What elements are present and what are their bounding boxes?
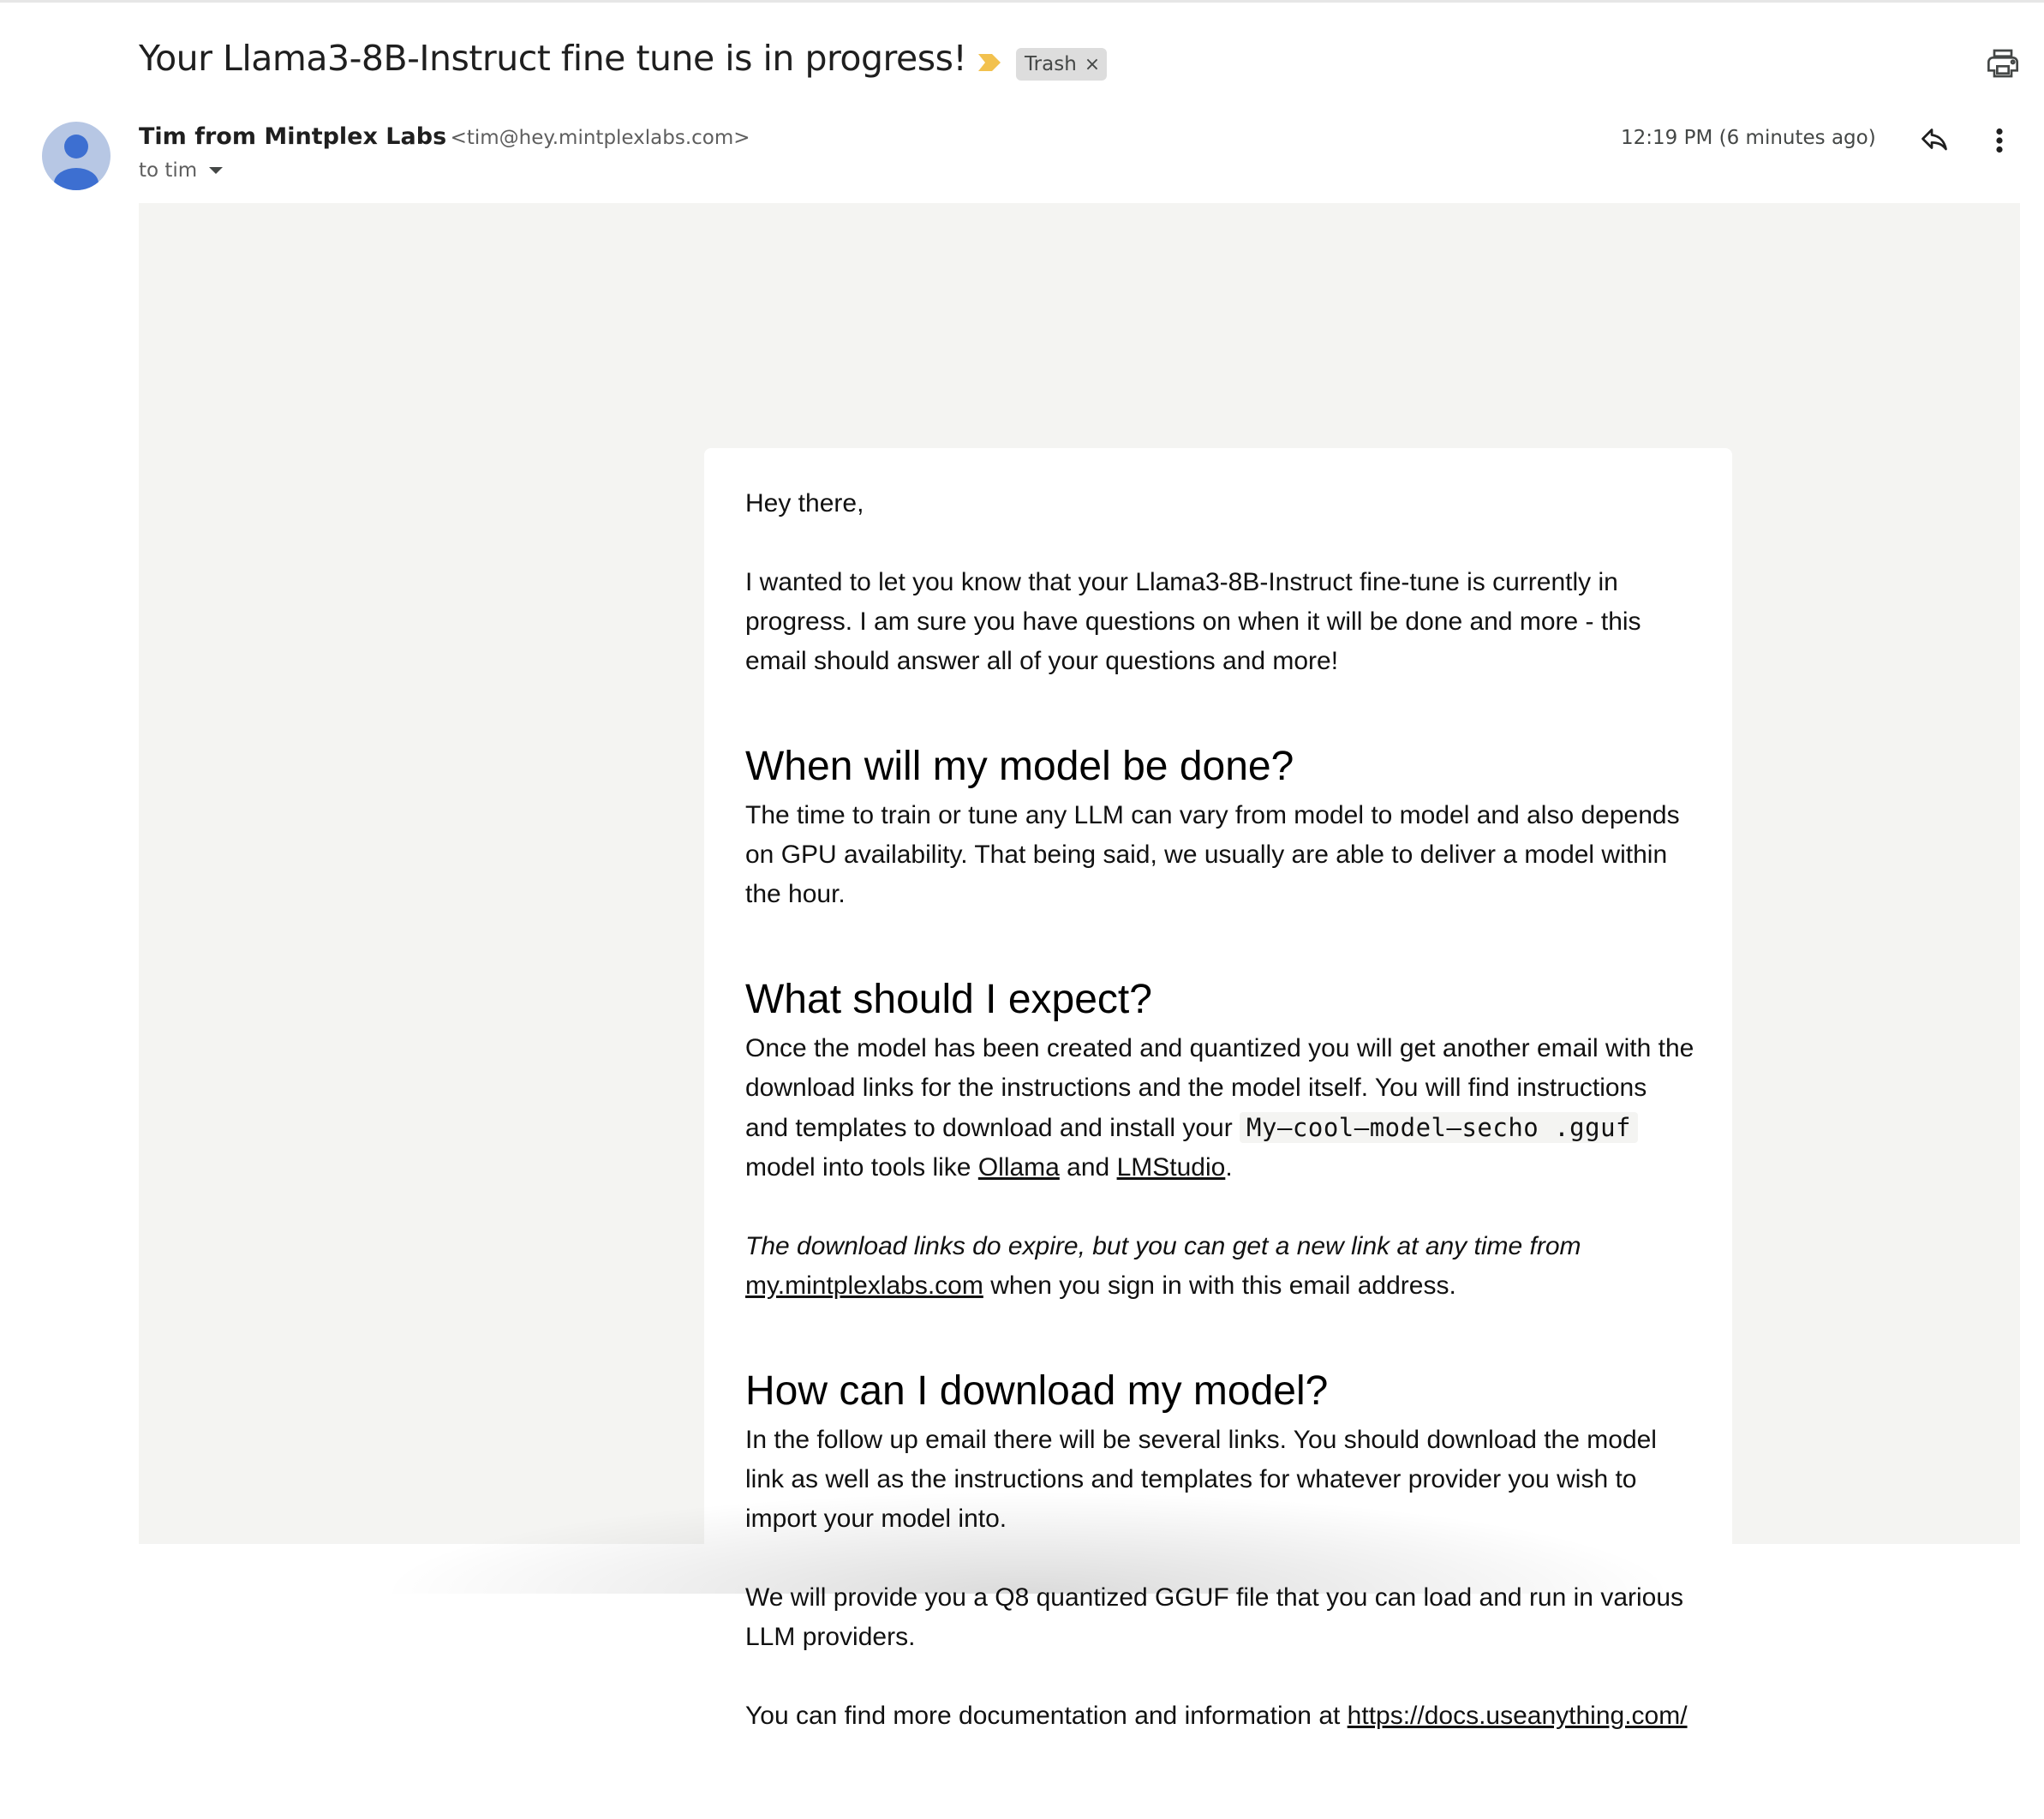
reply-icon[interactable] [1919, 123, 1950, 154]
intro-paragraph: I wanted to let you know that your Llama… [745, 568, 1641, 675]
heading-what-to-expect: What should I expect? [745, 977, 1152, 1022]
label-chip-trash: Trash × [1016, 48, 1108, 81]
sender-line: Tim from Mintplex Labs <tim@hey.mintplex… [139, 123, 750, 150]
paragraph-link-expiry: The download links do expire, but you ca… [745, 1227, 1696, 1306]
default-avatar-icon [54, 135, 99, 190]
docs-text: You can find more documentation and info… [745, 1702, 1348, 1730]
email-subject: Your Llama3-8B-Instruct fine tune is in … [139, 38, 967, 79]
expect-text-end: . [1225, 1153, 1233, 1182]
chevron-down-icon [209, 167, 224, 174]
mintplex-account-link[interactable]: my.mintplexlabs.com [745, 1272, 983, 1300]
paragraph-what-to-expect: Once the model has been created and quan… [745, 1029, 1696, 1188]
more-vert-icon[interactable] [1989, 125, 2010, 156]
message-timestamp: 12:19 PM (6 minutes ago) [1621, 127, 1876, 149]
greeting-text: Hey there, [745, 489, 864, 518]
paragraph-when-done: The time to train or tune any LLM can va… [745, 801, 1680, 908]
model-filename-code: My–cool–model–secho .gguf [1240, 1112, 1639, 1143]
importance-marker-icon[interactable] [977, 53, 1002, 72]
recipient-details-toggle[interactable]: to tim [139, 159, 224, 182]
paragraph-docs: You can find more documentation and info… [745, 1696, 1696, 1736]
email-body-background: Hey there, I wanted to let you know that… [139, 203, 2020, 1819]
paragraph-gguf-file: We will provide you a Q8 quantized GGUF … [745, 1583, 1684, 1651]
top-divider [0, 0, 2044, 3]
sender-email: <tim@hey.mintplexlabs.com> [450, 127, 750, 149]
email-content: Hey there, I wanted to let you know that… [745, 484, 1696, 1775]
heading-when-done: When will my model be done? [745, 744, 1294, 789]
print-icon[interactable] [1986, 46, 2020, 81]
heading-how-to-download: How can I download my model? [745, 1368, 1329, 1414]
expect-text-and: and [1059, 1153, 1117, 1182]
ollama-link[interactable]: Ollama [978, 1153, 1060, 1182]
sender-name[interactable]: Tim from Mintplex Labs [139, 123, 446, 150]
paragraph-download-links: In the follow up email there will be sev… [745, 1426, 1657, 1533]
email-content-card: Hey there, I wanted to let you know that… [704, 448, 1732, 1819]
expiry-italic-text: The download links do expire, but you ca… [745, 1232, 1581, 1260]
lmstudio-link[interactable]: LMStudio [1117, 1153, 1226, 1182]
docs-link[interactable]: https://docs.useanything.com/ [1348, 1702, 1688, 1730]
remove-label-button[interactable]: × [1085, 54, 1100, 75]
expect-text-2: model into tools like [745, 1153, 978, 1182]
expiry-rest-text: when you sign in with this email address… [983, 1272, 1456, 1300]
sender-avatar[interactable] [42, 122, 111, 190]
recipient-text: to tim [139, 159, 198, 182]
label-chip-text: Trash [1025, 53, 1077, 75]
